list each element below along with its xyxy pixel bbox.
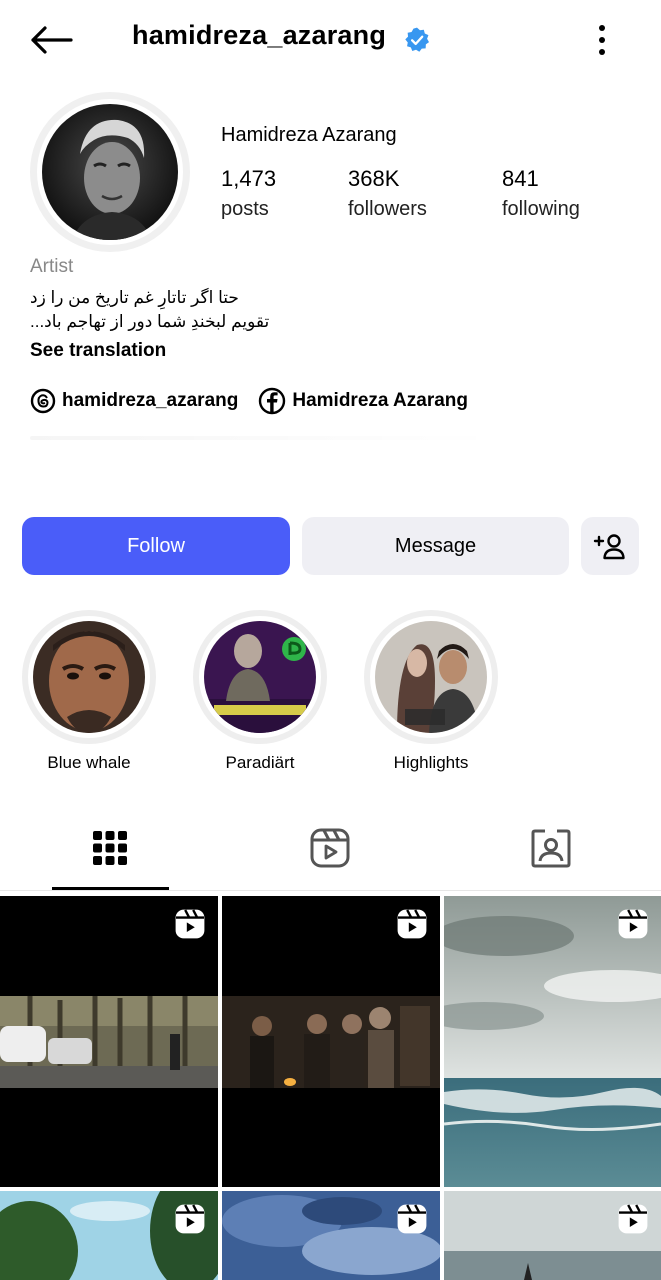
tab-reels[interactable]	[300, 818, 360, 878]
profile-bio[interactable]: حتا اگر تاتارِ غم تاریخ من را زد تقویم ل…	[30, 286, 269, 334]
profile-avatar[interactable]	[30, 92, 190, 252]
tab-posts-grid[interactable]	[80, 818, 140, 878]
bio-line: تقویم لبخندِ شما دور از تهاجم باد...	[30, 312, 270, 331]
verified-badge-icon	[405, 27, 430, 52]
collapsed-content-divider	[30, 436, 500, 440]
reel-badge-icon	[175, 909, 205, 939]
profile-links: hamidreza_azarang Hamidreza Azarang	[30, 386, 488, 416]
post-thumbnail[interactable]	[222, 1191, 440, 1280]
follow-button[interactable]: Follow	[22, 517, 290, 575]
threads-link-label: hamidreza_azarang	[62, 390, 239, 411]
facebook-icon	[259, 387, 286, 415]
reel-badge-icon	[618, 1204, 648, 1234]
post-thumbnail[interactable]	[444, 1191, 661, 1280]
following-count: 841	[502, 166, 539, 191]
profile-full-name: Hamidreza Azarang	[221, 124, 397, 146]
posts-stat[interactable]: 1,473 posts	[221, 166, 276, 221]
reel-badge-icon	[175, 1204, 205, 1234]
top-bar: hamidreza_azarang	[0, 0, 661, 80]
following-stat[interactable]: 841 following	[502, 166, 580, 221]
post-thumbnail[interactable]	[444, 896, 661, 1187]
posts-label: posts	[221, 198, 269, 220]
grid-icon	[93, 831, 127, 865]
highlight-label: Highlights	[393, 753, 469, 772]
threads-link[interactable]: hamidreza_azarang	[30, 388, 238, 414]
reel-badge-icon	[397, 1204, 427, 1234]
highlight-label: Paradiärt	[225, 753, 295, 772]
add-person-icon	[593, 534, 625, 560]
highlight-item[interactable]: Blue whale	[20, 610, 158, 773]
reels-icon	[310, 828, 350, 868]
suggested-users-button[interactable]	[581, 517, 639, 575]
see-translation-link[interactable]: See translation	[30, 340, 166, 362]
back-button[interactable]	[26, 18, 76, 62]
facebook-link[interactable]: Hamidreza Azarang	[258, 387, 468, 415]
post-thumbnail[interactable]	[0, 896, 218, 1187]
following-label: following	[502, 198, 580, 220]
highlight-cover	[33, 621, 145, 733]
posts-count: 1,473	[221, 166, 277, 191]
followers-count: 368K	[348, 166, 400, 191]
facebook-link-label: Hamidreza Azarang	[292, 390, 468, 411]
post-thumbnail[interactable]	[222, 896, 440, 1187]
highlight-cover	[204, 621, 316, 733]
more-options-button[interactable]	[584, 20, 620, 60]
tagged-icon	[531, 829, 571, 868]
reel-badge-icon	[618, 909, 648, 939]
tab-tagged[interactable]	[521, 818, 581, 878]
message-button[interactable]: Message	[302, 517, 569, 575]
followers-label: followers	[348, 198, 427, 220]
followers-stat[interactable]: 368K followers	[348, 166, 427, 221]
active-tab-indicator	[52, 887, 169, 890]
threads-icon	[30, 388, 56, 414]
profile-category: Artist	[30, 256, 74, 277]
post-thumbnail[interactable]	[0, 1191, 218, 1280]
vertical-dots-icon	[599, 25, 605, 55]
highlight-item[interactable]: Highlights	[362, 610, 500, 773]
bio-line: حتا اگر تاتارِ غم تاریخ من را زد	[30, 288, 239, 307]
reel-badge-icon	[397, 909, 427, 939]
profile-username: hamidreza_azarang	[132, 20, 387, 50]
highlight-label: Blue whale	[47, 753, 131, 772]
back-arrow-icon	[31, 26, 73, 54]
highlight-item[interactable]: Paradiärt	[191, 610, 329, 773]
tab-divider	[0, 890, 661, 891]
avatar-photo	[42, 104, 178, 240]
highlight-cover	[375, 621, 487, 733]
